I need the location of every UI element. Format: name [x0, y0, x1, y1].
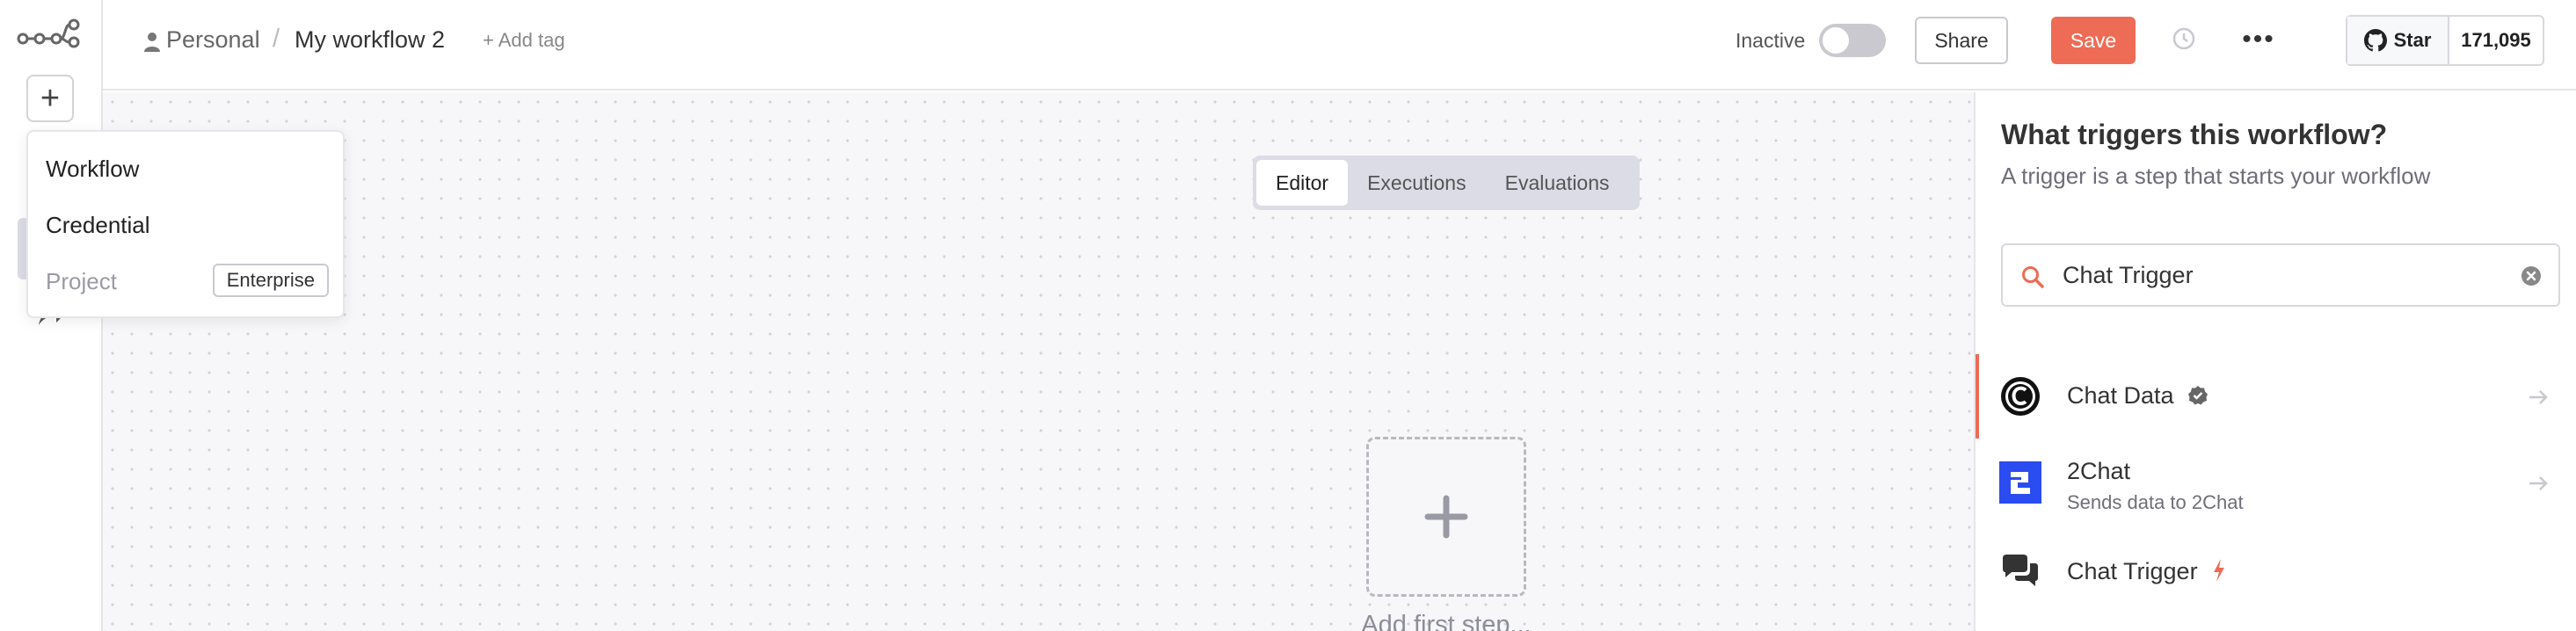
- workflow-canvas[interactable]: Editor Executions Evaluations Add first …: [103, 92, 1974, 631]
- result-name-text: Chat Data: [2067, 382, 2174, 409]
- n8n-editor: + Personal / My workflow 2 + Add tag Ina…: [0, 0, 2576, 631]
- arrow-right-icon: [2529, 390, 2548, 404]
- result-name-text: Chat Trigger: [2067, 558, 2198, 584]
- create-menu: Workflow Credential Project Enterprise: [26, 130, 345, 318]
- github-star-count[interactable]: 171,095: [2449, 17, 2543, 64]
- plus-icon: [1424, 495, 1468, 539]
- panel-subtitle: A trigger is a step that starts your wor…: [2001, 163, 2431, 189]
- search-icon: [2022, 266, 2044, 288]
- view-tabs: Editor Executions Evaluations: [1253, 156, 1640, 210]
- status-label: Inactive: [1736, 29, 1806, 52]
- create-menu-item-credential[interactable]: Credential: [28, 197, 343, 253]
- user-icon: [144, 33, 160, 52]
- github-star-label: Star: [2393, 29, 2432, 51]
- add-first-step-label: Add first step...: [1361, 611, 1532, 631]
- github-star-button[interactable]: Star: [2347, 17, 2449, 64]
- trigger-result-2chat[interactable]: 2Chat Sends data to 2Chat: [1976, 440, 2576, 525]
- save-button[interactable]: Save: [2051, 17, 2136, 64]
- arrow-right-icon: [2529, 476, 2548, 490]
- trigger-result-chat-data[interactable]: Chat Data: [1976, 354, 2576, 439]
- result-name: Chat Data: [2067, 382, 2209, 410]
- chat-data-logo-icon: [2001, 377, 2040, 416]
- trigger-panel: What triggers this workflow? A trigger i…: [1974, 92, 2576, 631]
- tab-editor[interactable]: Editor: [1256, 160, 1349, 206]
- github-star-group[interactable]: Star 171,095: [2346, 15, 2544, 66]
- tab-executions[interactable]: Executions: [1348, 160, 1486, 206]
- tab-evaluations[interactable]: Evaluations: [1486, 160, 1629, 206]
- result-description: Sends data to 2Chat: [2067, 491, 2244, 513]
- trigger-search[interactable]: [2001, 243, 2560, 307]
- top-header: Personal / My workflow 2 + Add tag Inact…: [103, 0, 2576, 91]
- active-toggle[interactable]: [1819, 24, 1886, 57]
- panel-title: What triggers this workflow?: [2001, 119, 2388, 150]
- chat-bubbles-icon: [2003, 555, 2038, 586]
- n8n-logo-icon[interactable]: [16, 16, 81, 51]
- add-tag-button[interactable]: + Add tag: [483, 29, 565, 52]
- create-new-button[interactable]: +: [26, 75, 74, 122]
- history-icon[interactable]: [2171, 25, 2197, 52]
- breadcrumb-separator: /: [273, 25, 280, 53]
- share-button[interactable]: Share: [1915, 17, 2008, 64]
- more-options-icon[interactable]: •••: [2241, 22, 2276, 57]
- sidebar-item-highlight[interactable]: [18, 218, 26, 279]
- breadcrumb-project[interactable]: Personal: [166, 26, 260, 54]
- trigger-bolt-icon: [2214, 559, 2225, 582]
- trigger-result-chat-trigger[interactable]: Chat Trigger: [1976, 530, 2576, 614]
- create-menu-item-workflow[interactable]: Workflow: [28, 141, 343, 197]
- result-name: 2Chat: [2067, 458, 2131, 484]
- result-name: Chat Trigger: [2067, 558, 2227, 585]
- clear-search-icon[interactable]: [2520, 265, 2543, 287]
- toggle-knob: [1823, 27, 1849, 54]
- 2chat-logo-icon: [1999, 461, 2041, 504]
- add-first-step-button[interactable]: [1366, 437, 1526, 597]
- search-input[interactable]: [2063, 257, 2520, 293]
- github-icon: [2363, 29, 2387, 52]
- verified-badge-icon: [2188, 386, 2209, 405]
- workflow-title[interactable]: My workflow 2: [295, 26, 445, 54]
- enterprise-badge: Enterprise: [212, 264, 329, 297]
